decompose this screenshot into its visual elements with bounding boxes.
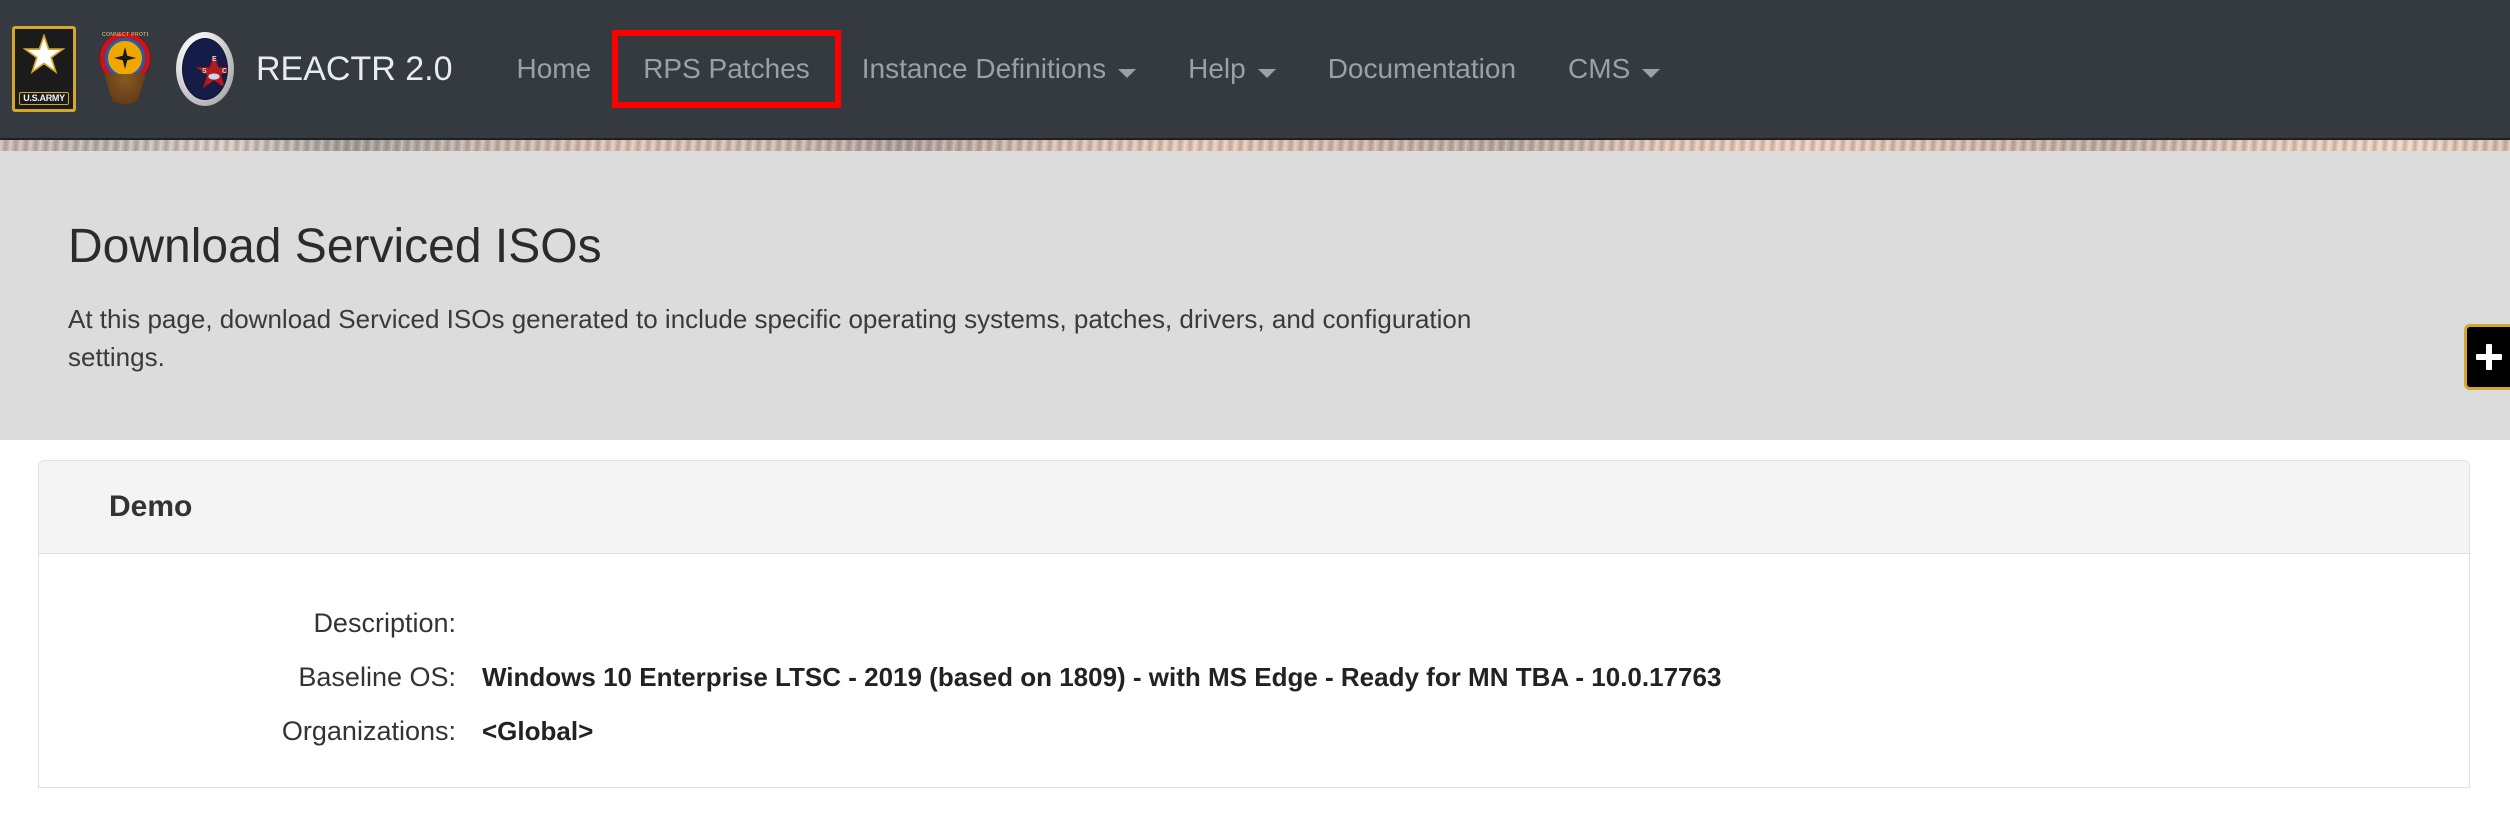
baseline-os-label: Baseline OS: [298,662,456,692]
crest-compass-icon [114,47,136,69]
army-star-icon [22,33,66,76]
seal-inner-field: E S C [182,38,228,100]
iso-panel-heading: Demo [39,461,2469,554]
seal-letter-e: E [212,56,217,63]
cecom-crest-logo[interactable]: CONNECT PROTECT PROJECT [94,30,156,108]
top-navigation-bar: U.S.ARMY CONNECT PROTECT PROJECT [0,0,2510,140]
chevron-down-icon [1257,68,1276,78]
nav-home-label: Home [516,53,592,84]
nav-help[interactable]: Help [1162,39,1302,99]
nav-instance-definitions[interactable]: Instance Definitions [836,39,1162,99]
organizations-label: Organizations: [281,716,456,746]
plus-icon [2475,344,2502,370]
page-description: At this page, download Serviced ISOs gen… [68,303,1472,373]
description-label: Description: [313,608,456,638]
detail-row: Organizations: <Global> [39,716,2469,747]
iso-panel-body: Description: Baseline OS: Windows 10 Ent… [39,554,2469,787]
detail-row: Baseline OS: Windows 10 Enterprise LTSC … [39,662,2469,693]
nav-links: Home RPS Patches Instance Definitions He… [491,0,1687,138]
page-header-section: Download Serviced ISOs At this page, dow… [0,151,2510,440]
add-button[interactable] [2464,324,2510,390]
us-army-logo[interactable]: U.S.ARMY [12,26,76,112]
iso-panel-title: Demo [109,490,193,523]
nav-cms-label: CMS [1568,53,1631,84]
detail-row: Description: [39,608,2469,639]
nav-help-label: Help [1188,53,1246,84]
nav-rps-patches-label: RPS Patches [643,53,810,84]
seal-letter-s: S [202,68,207,75]
crest-wreath-shape [104,74,146,104]
nav-instance-definitions-label: Instance Definitions [861,53,1107,84]
brand-title[interactable]: REACTR 2.0 [256,50,453,89]
iso-panel: Demo Description: Baseline OS: Windows 1… [38,460,2470,788]
hero-banner-image [0,140,2510,151]
page-root: U.S.ARMY CONNECT PROTECT PROJECT [0,0,2510,818]
chevron-down-icon [1642,68,1661,78]
seal-letter-c: C [222,68,228,75]
brand-logos: U.S.ARMY CONNECT PROTECT PROJECT [12,26,236,112]
chevron-down-icon [1118,68,1137,78]
nav-documentation[interactable]: Documentation [1302,39,1542,99]
organizations-value: <Global> [482,716,594,746]
nav-home[interactable]: Home [491,39,618,99]
nav-cms[interactable]: CMS [1542,39,1686,99]
sec-seal-logo[interactable]: E S C [174,29,236,109]
nav-documentation-label: Documentation [1327,53,1517,84]
us-army-label: U.S.ARMY [19,92,69,105]
page-title: Download Serviced ISOs [68,220,602,273]
nav-rps-patches[interactable]: RPS Patches [612,30,841,108]
baseline-os-value: Windows 10 Enterprise LTSC - 2019 (based… [482,662,1722,692]
